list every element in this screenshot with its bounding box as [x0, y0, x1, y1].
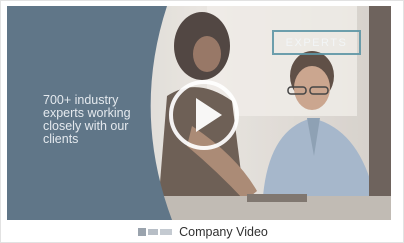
caption-label: Company Video — [179, 225, 268, 239]
company-video-player[interactable]: 700+ industry experts working closely wi… — [7, 6, 391, 220]
video-headline: 700+ industry experts working closely wi… — [43, 93, 131, 146]
video-card: 700+ industry experts working closely wi… — [0, 0, 404, 243]
video-caption[interactable]: Company Video — [1, 221, 404, 243]
play-icon[interactable] — [167, 78, 241, 152]
experts-badge: EXPERTS — [272, 30, 361, 55]
company-logo-icon — [138, 228, 173, 236]
